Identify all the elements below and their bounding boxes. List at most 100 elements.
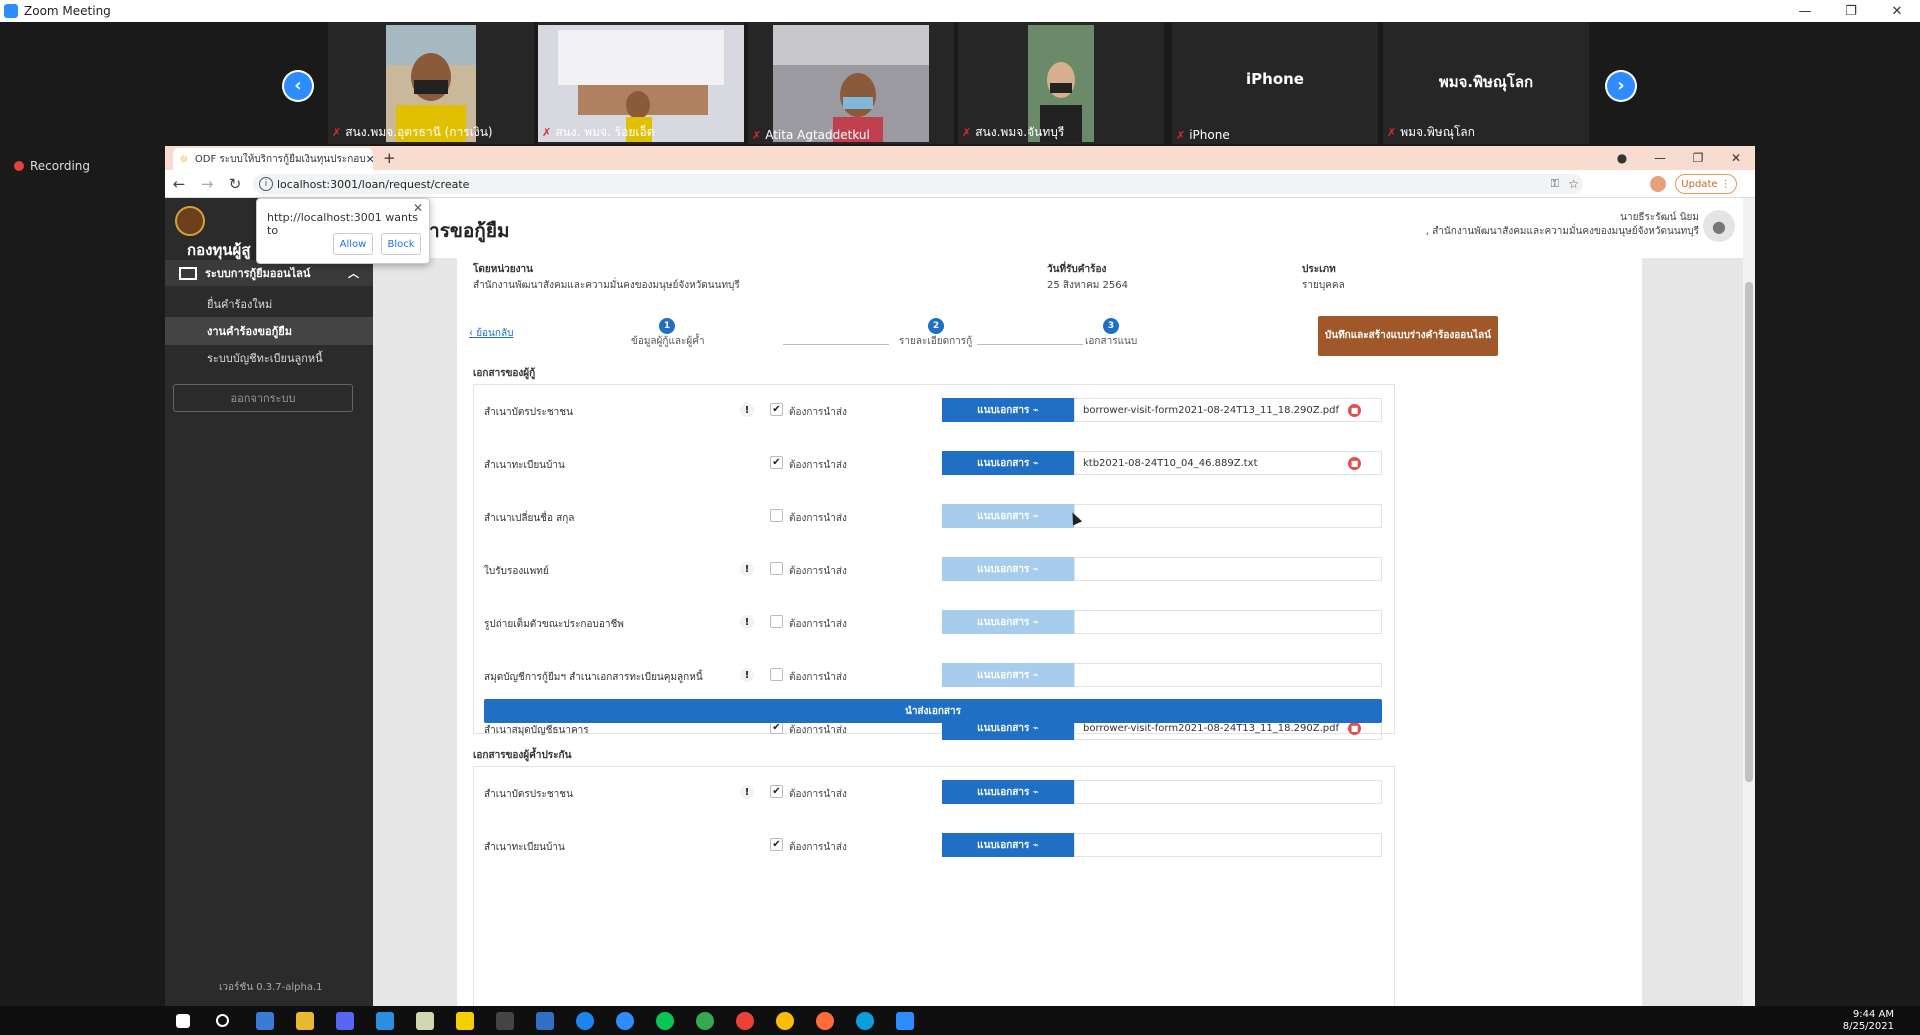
sticky-notes-icon[interactable]	[456, 1012, 474, 1030]
participant-name: พมจ.พิษณุโลก	[1400, 125, 1475, 139]
page-scrollbar[interactable]	[1743, 198, 1755, 1006]
terminal-icon[interactable]	[496, 1012, 514, 1030]
required-checkbox[interactable]: ✔	[770, 403, 783, 416]
url-input[interactable]: i localhost:3001/loan/request/create ⚿ ☆	[253, 174, 1583, 194]
key-icon[interactable]: ⚿	[1551, 177, 1559, 191]
line-icon[interactable]	[656, 1012, 674, 1030]
user-avatar-icon[interactable]: ●	[1703, 210, 1735, 242]
required-checkbox[interactable]	[770, 562, 783, 575]
chrome-icon-2[interactable]	[736, 1012, 754, 1030]
recording-indicator: Recording	[14, 159, 90, 173]
reload-icon[interactable]: ↻	[221, 175, 249, 193]
warning-icon[interactable]: !	[740, 668, 754, 682]
next-page-button[interactable]: ›	[1605, 70, 1637, 102]
account-icon[interactable]: ●	[1603, 151, 1641, 165]
scrollbar-thumb[interactable]	[1745, 282, 1753, 782]
sidebar: กองทุนผู้สู ระบบการกู้ยืมออนไลน์ ︿ ยื่นค…	[165, 198, 373, 1006]
task-view-icon[interactable]	[256, 1012, 274, 1030]
site-info-icon[interactable]: i	[259, 177, 273, 191]
required-checkbox[interactable]	[770, 509, 783, 522]
postman-icon[interactable]	[816, 1012, 834, 1030]
attach-document-button[interactable]: แนบเอกสาร ⌁	[942, 398, 1074, 422]
bookmark-star-icon[interactable]: ☆	[1568, 177, 1579, 191]
attach-document-button[interactable]: แนบเอกสาร ⌁	[942, 780, 1074, 804]
profile-avatar[interactable]	[1650, 176, 1666, 192]
attach-document-button[interactable]: แนบเอกสาร ⌁	[942, 833, 1074, 857]
trash-icon[interactable]: ■	[1348, 404, 1361, 417]
page-header: ระบบการขอกู้ยืม นายธีระรัฒน์ นิยม , สำนั…	[373, 198, 1755, 258]
chevron-up-icon: ︿	[348, 267, 359, 280]
trash-icon[interactable]: ■	[1348, 722, 1361, 735]
new-tab-button[interactable]: +	[383, 149, 396, 167]
close-button[interactable]: ✕	[1874, 0, 1920, 22]
participant-tile[interactable]: ✗ สนง.พมจ.จันทบุรี	[958, 22, 1164, 144]
allow-button[interactable]: Allow	[333, 233, 373, 255]
attached-file-name: borrower-visit-form2021-08-24T13_11_18.2…	[1074, 398, 1382, 422]
prev-page-button[interactable]: ‹	[282, 70, 314, 102]
muted-mic-icon: ✗	[1176, 128, 1186, 142]
required-checkbox[interactable]	[770, 668, 783, 681]
zoom-meetings-icon[interactable]	[896, 1012, 914, 1030]
warning-icon[interactable]: !	[740, 615, 754, 629]
trash-icon[interactable]: ■	[1348, 457, 1361, 470]
block-button[interactable]: Block	[381, 233, 421, 255]
attach-document-button[interactable]: แนบเอกสาร ⌁	[942, 610, 1074, 634]
system-clock[interactable]: 9:44 AM 8/25/2021	[1843, 1009, 1894, 1033]
search-icon[interactable]	[216, 1014, 229, 1027]
warning-icon[interactable]: !	[740, 403, 754, 417]
date-label: วันที่รับคำร้อง	[1047, 264, 1107, 275]
participant-tile[interactable]: ✗ สนง.พมจ.อุตรธานี (การเงิน)	[328, 22, 534, 144]
browser-close-button[interactable]: ✕	[1717, 151, 1755, 165]
minimize-button[interactable]: —	[1782, 0, 1828, 22]
attach-document-button[interactable]: แนบเอกสาร ⌁	[942, 663, 1074, 687]
step-1-indicator[interactable]: 1	[659, 318, 675, 334]
vscode-icon[interactable]	[376, 1012, 394, 1030]
back-arrow-icon[interactable]: ←	[165, 175, 193, 193]
browser-minimize-button[interactable]: —	[1641, 151, 1679, 165]
attach-document-button[interactable]: แนบเอกสาร ⌁	[942, 451, 1074, 475]
sidebar-item-new-request[interactable]: ยื่นคำร้องใหม่	[165, 290, 373, 318]
required-checkbox[interactable]: ✔	[770, 456, 783, 469]
participant-tile[interactable]: พมจ.พิษณุโลก ✗ พมจ.พิษณุโลก	[1383, 22, 1589, 144]
sidebar-item-debtor-registry[interactable]: ระบบบัญชีทะเบียนลูกหนี้	[165, 344, 373, 372]
attach-document-button[interactable]: แนบเอกสาร ⌁	[942, 557, 1074, 581]
back-link[interactable]: ‹ ย้อนกลับ	[469, 326, 513, 341]
ie-icon[interactable]	[576, 1012, 594, 1030]
required-checkbox[interactable]	[770, 615, 783, 628]
browser-restore-button[interactable]: ❐	[1679, 151, 1717, 165]
network-app-icon[interactable]	[336, 1012, 354, 1030]
tab-close-icon[interactable]: ✕	[366, 153, 373, 166]
permission-close-icon[interactable]: ✕	[413, 201, 423, 215]
step-3-indicator[interactable]: 3	[1103, 318, 1119, 334]
participant-tile[interactable]: ✗ สนง. พมจ. ร้อยเอ็ด	[538, 22, 744, 144]
forward-arrow-icon[interactable]: →	[193, 175, 221, 193]
chrome-icon-3[interactable]	[776, 1012, 794, 1030]
required-checkbox[interactable]: ✔	[770, 838, 783, 851]
update-button[interactable]: Update ⋮	[1675, 174, 1737, 194]
request-card: โดยหน่วยงาน สำนักงานพัฒนาสังคมและความมั่…	[457, 258, 1642, 1006]
notepad-icon[interactable]	[416, 1012, 434, 1030]
file-explorer-icon[interactable]	[296, 1012, 314, 1030]
warning-icon[interactable]: !	[740, 785, 754, 799]
participant-tile[interactable]: ✗ Atita Agtaddetkul	[748, 22, 954, 144]
warning-icon[interactable]: !	[740, 562, 754, 576]
sidebar-item-loan-requests[interactable]: งานคำร้องขอกู้ยืม	[165, 317, 373, 345]
restore-button[interactable]: ❐	[1828, 0, 1874, 22]
attach-label: แนบเอกสาร	[977, 616, 1030, 628]
edge-icon[interactable]	[856, 1012, 874, 1030]
step-2-indicator[interactable]: 2	[928, 318, 944, 334]
chrome-icon[interactable]	[696, 1012, 714, 1030]
attach-label: แนบเอกสาร	[977, 457, 1030, 469]
required-label: ต้องการนำส่ง	[789, 619, 847, 630]
attach-document-button[interactable]: แนบเอกสาร ⌁	[942, 504, 1074, 528]
submit-documents-button[interactable]: นำส่งเอกสาร	[484, 699, 1382, 723]
remote-desktop-icon[interactable]	[536, 1012, 554, 1030]
attach-label: แนบเอกสาร	[977, 669, 1030, 681]
required-checkbox[interactable]: ✔	[770, 785, 783, 798]
logout-button[interactable]: ออกจากระบบ	[173, 384, 353, 412]
save-draft-button[interactable]: บันทึกและสร้างแบบร่างคำร้องออนไลน์	[1318, 316, 1498, 356]
browser-tab[interactable]: ☼ ODF ระบบให้บริการกู้ยืมเงินทุนประกอบ ✕	[173, 148, 373, 170]
participant-tile[interactable]: iPhone ✗ iPhone	[1172, 22, 1378, 144]
zoom-taskbar-icon[interactable]	[616, 1012, 634, 1030]
windows-start-icon[interactable]	[176, 1014, 190, 1028]
